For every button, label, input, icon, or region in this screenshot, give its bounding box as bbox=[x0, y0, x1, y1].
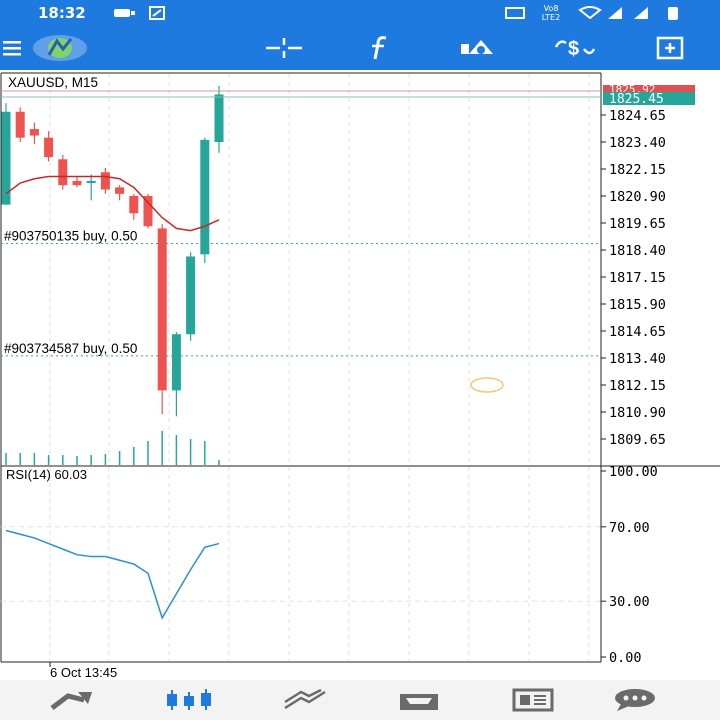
hamburger-icon bbox=[3, 41, 21, 56]
new-order-icon bbox=[656, 36, 684, 60]
app-logo bbox=[30, 26, 90, 70]
order-label: #903750135 buy, 0.50 bbox=[4, 229, 137, 244]
tab-quotes[interactable] bbox=[36, 680, 106, 720]
price-tick-label: 1818.40 bbox=[609, 243, 666, 259]
crosshair-icon bbox=[266, 38, 302, 58]
price-tick-label: 1817.15 bbox=[609, 270, 666, 286]
bear-candle bbox=[44, 137, 54, 158]
bear-candle bbox=[129, 196, 139, 214]
bear-candle bbox=[143, 196, 153, 227]
trade-icon bbox=[284, 688, 326, 710]
bull-candle bbox=[186, 256, 196, 335]
news-icon bbox=[512, 688, 554, 712]
rsi-line bbox=[5, 529, 220, 620]
bull-candle bbox=[171, 334, 181, 391]
rsi-tick-label: 30.00 bbox=[609, 594, 650, 610]
chat-icon bbox=[615, 689, 655, 711]
signal2-icon bbox=[634, 7, 648, 19]
moving-average-line bbox=[5, 175, 220, 232]
rsi-tick-label: 0.00 bbox=[609, 650, 642, 666]
price-tick-label: 1820.90 bbox=[609, 189, 666, 205]
price-tick-label: 1815.90 bbox=[609, 297, 666, 313]
crosshair-button[interactable] bbox=[258, 26, 310, 70]
quotes-icon bbox=[50, 692, 92, 710]
tab-trade[interactable] bbox=[270, 680, 340, 720]
rsi-label: RSI(14) 60.03 bbox=[6, 467, 87, 482]
current-price-text: 1825.45 bbox=[609, 92, 664, 107]
price-tick-label: 1819.65 bbox=[609, 216, 666, 232]
touch-indicator bbox=[470, 377, 504, 393]
bear-candle bbox=[72, 180, 82, 186]
metatrader-logo-icon bbox=[33, 35, 87, 61]
rsi-tick-label: 70.00 bbox=[609, 520, 650, 536]
svg-text:$: $ bbox=[568, 38, 579, 60]
bear-candle bbox=[29, 129, 39, 136]
wifi-icon bbox=[578, 6, 602, 20]
bear-candle bbox=[157, 228, 167, 391]
price-tick-label: 1814.65 bbox=[609, 324, 666, 340]
bull-candle bbox=[86, 180, 96, 184]
message-icon bbox=[114, 9, 130, 17]
new-order-button[interactable] bbox=[646, 26, 694, 70]
notification-icons bbox=[114, 6, 165, 20]
indicators-button[interactable] bbox=[356, 26, 402, 70]
indicators-f-icon bbox=[372, 36, 387, 60]
tab-chat[interactable] bbox=[600, 680, 670, 720]
bottom-nav bbox=[0, 680, 720, 720]
tab-chart[interactable] bbox=[154, 680, 224, 720]
bear-candle bbox=[58, 159, 68, 186]
bear-candle bbox=[115, 187, 125, 194]
price-tick-label: 1822.15 bbox=[609, 162, 666, 178]
clock: 18:32 bbox=[38, 4, 86, 22]
signal-icons bbox=[505, 6, 678, 20]
symbol-dollar-icon: $ bbox=[554, 38, 596, 60]
battery-icon bbox=[668, 7, 678, 20]
time-label: 6 Oct 13:45 bbox=[50, 665, 117, 680]
signal1-icon bbox=[608, 7, 622, 19]
hd-icon bbox=[505, 7, 525, 19]
menu-button[interactable] bbox=[0, 26, 26, 70]
bull-candle bbox=[214, 94, 224, 142]
price-tick-label: 1824.65 bbox=[609, 108, 666, 124]
price-tick-label: 1823.40 bbox=[609, 135, 666, 151]
objects-icon bbox=[461, 40, 493, 54]
symbol-label: XAUUSD, M15 bbox=[8, 75, 98, 90]
price-tick-label: 1809.65 bbox=[609, 432, 666, 448]
chart-area[interactable]: 1824.65 1823.40 1822.15 1820.90 1819.65 1818.… bbox=[0, 70, 720, 680]
rsi-tick-label: 100.00 bbox=[609, 464, 658, 480]
status-bar: 18:32 Vo8 LTE2 bbox=[0, 0, 720, 26]
tab-history[interactable] bbox=[384, 680, 454, 720]
price-tick-label: 1810.90 bbox=[609, 405, 666, 421]
objects-button[interactable] bbox=[452, 26, 502, 70]
history-inbox-icon bbox=[400, 694, 438, 710]
price-tick-label: 1813.40 bbox=[609, 351, 666, 367]
chart-tab-icon bbox=[167, 689, 211, 710]
bear-candle bbox=[15, 111, 25, 138]
symbols-button[interactable]: $ bbox=[548, 26, 602, 70]
order-label: #903734587 buy, 0.50 bbox=[4, 341, 137, 356]
tab-news[interactable] bbox=[498, 680, 568, 720]
price-tick-label: 1812.15 bbox=[609, 378, 666, 394]
bear-candle bbox=[100, 172, 110, 190]
app-bar: $ bbox=[0, 26, 720, 70]
bull-candle bbox=[200, 139, 210, 255]
